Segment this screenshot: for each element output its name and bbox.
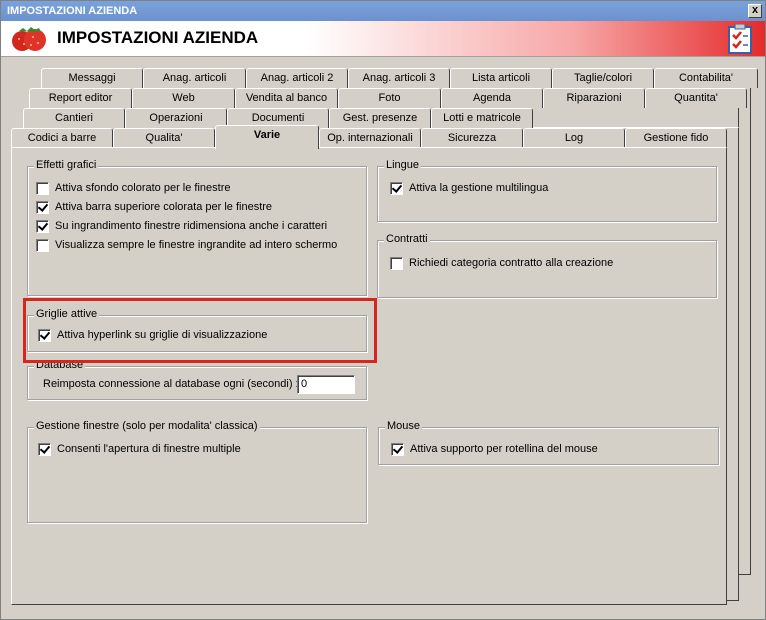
checkbox-barra-superiore[interactable]: Attiva barra superiore colorata per le f…	[36, 200, 272, 216]
tab-lista-articoli[interactable]: Lista articoli	[450, 68, 552, 88]
database-timeout-input[interactable]: 0	[297, 375, 355, 394]
tab-gestione-fido[interactable]: Gestione fido	[625, 128, 727, 148]
checkbox-ridimensiona-caratteri[interactable]: Su ingrandimento finestre ridimensiona a…	[36, 219, 327, 235]
checkbox-box[interactable]	[36, 181, 49, 195]
tab-op-internazionali[interactable]: Op. internazionali	[319, 128, 421, 148]
tab-anag-articoli-3[interactable]: Anag. articoli 3	[348, 68, 450, 88]
checkbox-box[interactable]	[391, 442, 404, 456]
tab-operazioni[interactable]: Operazioni	[125, 108, 227, 128]
highlight-box	[23, 298, 377, 363]
group-label: Contratti	[384, 233, 430, 245]
checkbox-box[interactable]	[38, 442, 51, 456]
checkbox-box[interactable]	[390, 256, 403, 270]
checkbox-box[interactable]	[36, 200, 49, 214]
tab-contabilita[interactable]: Contabilita'	[654, 68, 758, 88]
gestione-finestre-group: Gestione finestre (solo per modalita' cl…	[27, 420, 367, 523]
tab-report-editor[interactable]: Report editor	[29, 88, 132, 108]
checklist-icon	[728, 24, 752, 54]
tab-anag-articoli-2[interactable]: Anag. articoli 2	[246, 68, 348, 88]
effetti-grafici-group: Effetti grafici Attiva sfondo colorato p…	[27, 159, 367, 296]
tab-web[interactable]: Web	[132, 88, 235, 108]
tab-sicurezza[interactable]: Sicurezza	[421, 128, 523, 148]
checkbox-rotellina-mouse[interactable]: Attiva supporto per rotellina del mouse	[391, 442, 598, 458]
checkbox-multilingua[interactable]: Attiva la gestione multilingua	[390, 181, 548, 197]
tab-varie[interactable]: Varie	[215, 125, 319, 149]
tab-codici-a-barre[interactable]: Codici a barre	[11, 128, 113, 148]
tab-messaggi[interactable]: Messaggi	[41, 68, 143, 88]
group-label: Lingue	[384, 159, 422, 171]
tab-qualita[interactable]: Qualita'	[113, 128, 215, 148]
tab-taglie-colori[interactable]: Taglie/colori	[552, 68, 654, 88]
tab-lotti-e-matricole[interactable]: Lotti e matricole	[431, 108, 533, 128]
checkbox-box[interactable]	[390, 181, 403, 195]
page-title: IMPOSTAZIONI AZIENDA	[57, 28, 259, 47]
checkbox-box[interactable]	[36, 238, 49, 252]
group-label: Mouse	[385, 420, 423, 432]
lingue-group: Lingue Attiva la gestione multilingua	[377, 159, 717, 222]
checkbox-categoria-contratto[interactable]: Richiedi categoria contratto alla creazi…	[390, 256, 613, 272]
group-label: Gestione finestre (solo per modalita' cl…	[34, 420, 260, 432]
tab-page-varie: Effetti grafici Attiva sfondo colorato p…	[11, 147, 727, 605]
contratti-group: Contratti Richiedi categoria contratto a…	[377, 233, 717, 298]
settings-window: IMPOSTAZIONI AZIENDA x IMPOSTAZIONI AZIE…	[0, 0, 766, 620]
checkbox-intero-schermo[interactable]: Visualizza sempre le finestre ingrandite…	[36, 238, 337, 254]
strawberries-icon	[12, 27, 46, 51]
tab-riparazioni[interactable]: Riparazioni	[543, 88, 645, 108]
tab-agenda[interactable]: Agenda	[441, 88, 543, 108]
database-group: Database Reimposta connessione al databa…	[27, 359, 367, 400]
close-button[interactable]: x	[748, 4, 762, 18]
window-title: IMPOSTAZIONI AZIENDA	[7, 5, 138, 17]
checkbox-box[interactable]	[36, 219, 49, 233]
tab-foto[interactable]: Foto	[338, 88, 441, 108]
database-timeout-label: Reimposta connessione al database ogni (…	[43, 378, 299, 390]
checkbox-sfondo-colorato[interactable]: Attiva sfondo colorato per le finestre	[36, 181, 230, 197]
tab-log[interactable]: Log	[523, 128, 625, 148]
tab-gest-presenze[interactable]: Gest. presenze	[329, 108, 431, 128]
tab-anag-articoli[interactable]: Anag. articoli	[143, 68, 246, 88]
header-banner: IMPOSTAZIONI AZIENDA	[1, 21, 765, 57]
tab-cantieri[interactable]: Cantieri	[23, 108, 125, 128]
mouse-group: Mouse Attiva supporto per rotellina del …	[378, 420, 719, 465]
tab-vendita-al-banco[interactable]: Vendita al banco	[235, 88, 338, 108]
title-bar: IMPOSTAZIONI AZIENDA x	[1, 1, 765, 21]
tab-quantita[interactable]: Quantita'	[645, 88, 747, 108]
group-label: Effetti grafici	[34, 159, 99, 171]
checkbox-finestre-multiple[interactable]: Consenti l'apertura di finestre multiple	[38, 442, 241, 458]
